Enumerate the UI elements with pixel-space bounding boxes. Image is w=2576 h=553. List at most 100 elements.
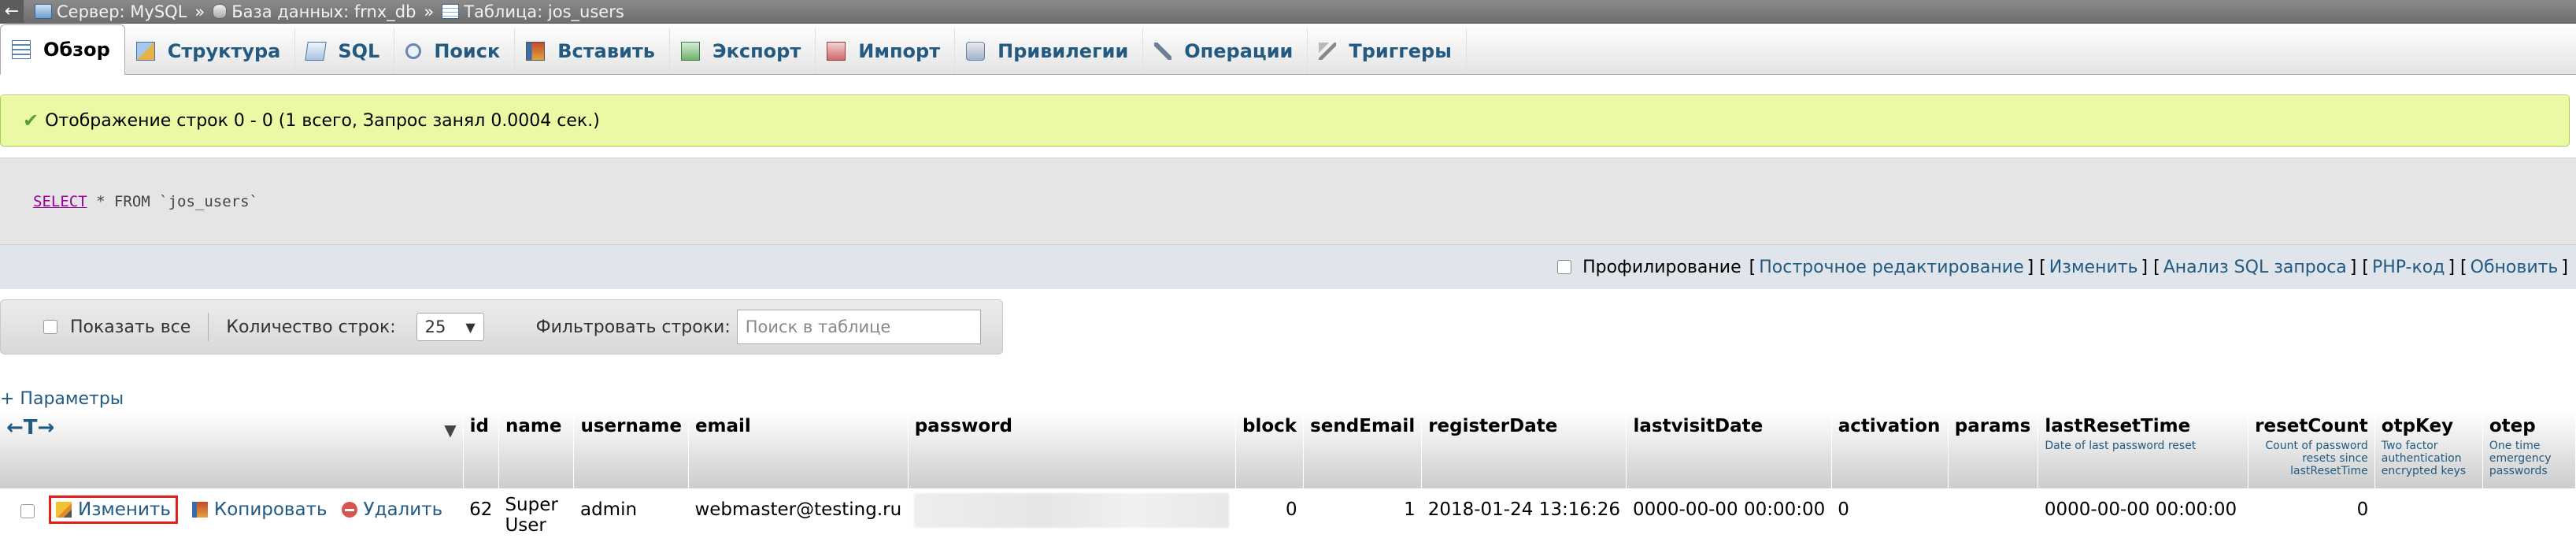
column-header-lastvisitdate[interactable]: lastvisitDate bbox=[1626, 411, 1832, 488]
tab-operations[interactable]: Операции bbox=[1143, 28, 1308, 74]
results-table-wrapper: ←T→ ▼ id name username email password bl… bbox=[0, 411, 2576, 548]
tab-triggers[interactable]: Триггеры bbox=[1308, 28, 1467, 74]
column-name: password bbox=[914, 416, 1012, 436]
privileges-icon bbox=[966, 42, 986, 61]
inline-edit-link[interactable]: Построчное редактирование bbox=[1759, 258, 2023, 277]
column-name: activation bbox=[1838, 416, 1941, 436]
operations-icon bbox=[1154, 43, 1172, 60]
column-name: resetCount bbox=[2255, 416, 2368, 436]
cell-password[interactable] bbox=[908, 488, 1236, 548]
cell-otpkey[interactable] bbox=[2374, 488, 2483, 548]
column-name: id bbox=[469, 416, 490, 436]
breadcrumb-server[interactable]: Сервер: MySQL bbox=[57, 2, 187, 21]
bracket: [ bbox=[1749, 257, 1756, 277]
cell-activation[interactable]: 0 bbox=[1831, 488, 1949, 548]
cell-params[interactable] bbox=[1948, 488, 2038, 548]
tab-label: Экспорт bbox=[712, 40, 801, 62]
column-header-name[interactable]: name bbox=[498, 411, 575, 488]
column-header-email[interactable]: email bbox=[688, 411, 909, 488]
bracket: ] [ bbox=[2448, 257, 2467, 277]
edit-query-link[interactable]: Изменить bbox=[2049, 258, 2138, 277]
column-comment: Date of last password reset bbox=[2045, 440, 2197, 452]
cell-sendemail[interactable]: 1 bbox=[1303, 488, 1422, 548]
sql-keyword-select[interactable]: SELECT bbox=[33, 193, 87, 210]
tab-sql[interactable]: SQL bbox=[295, 28, 395, 74]
sql-query-box: SELECT * FROM `jos_users` bbox=[0, 158, 2576, 245]
column-header-block[interactable]: block bbox=[1235, 411, 1305, 488]
column-header-otep[interactable]: otep One time emergency passwords bbox=[2482, 411, 2576, 488]
password-blurred bbox=[914, 493, 1230, 528]
navigation-box: Показать все Количество строк: 25 ▼ Филь… bbox=[0, 299, 1003, 354]
breadcrumb-database[interactable]: База данных: frnx_db bbox=[231, 2, 416, 21]
tab-insert[interactable]: Вставить bbox=[515, 28, 670, 74]
column-header-params[interactable]: params bbox=[1948, 411, 2039, 488]
cell-otep[interactable] bbox=[2482, 488, 2576, 548]
copy-row-button[interactable]: Копировать bbox=[191, 499, 328, 520]
cell-resetcount[interactable]: 0 bbox=[2248, 488, 2375, 548]
refresh-link[interactable]: Обновить bbox=[2471, 258, 2559, 277]
column-name: block bbox=[1242, 416, 1297, 436]
delete-row-button[interactable]: Удалить bbox=[341, 499, 442, 520]
column-header-actions: ←T→ ▼ bbox=[0, 411, 464, 488]
pencil-icon bbox=[56, 502, 72, 518]
column-header-password[interactable]: password bbox=[908, 411, 1237, 488]
column-header-activation[interactable]: activation bbox=[1831, 411, 1949, 488]
breadcrumb-table[interactable]: Таблица: jos_users bbox=[464, 2, 624, 21]
row-checkbox[interactable] bbox=[20, 504, 35, 518]
column-name: lastResetTime bbox=[2045, 416, 2191, 436]
cell-id[interactable]: 62 bbox=[463, 488, 499, 548]
php-code-link[interactable]: PHP-код bbox=[2372, 258, 2445, 277]
import-icon bbox=[827, 42, 846, 61]
breadcrumb-separator: » bbox=[424, 2, 435, 21]
cell-registerdate[interactable]: 2018-01-24 13:16:26 bbox=[1421, 488, 1627, 548]
tab-label: Поиск bbox=[434, 40, 501, 62]
cell-block[interactable]: 0 bbox=[1235, 488, 1304, 548]
browse-icon bbox=[12, 40, 31, 59]
column-name: name bbox=[505, 416, 562, 436]
column-header-username[interactable]: username bbox=[573, 411, 689, 488]
tab-label: Структура bbox=[167, 40, 281, 62]
tab-import[interactable]: Импорт bbox=[816, 28, 956, 74]
profiling-checkbox[interactable] bbox=[1557, 260, 1572, 274]
export-icon bbox=[680, 42, 700, 61]
column-header-sendemail[interactable]: sendEmail bbox=[1303, 411, 1423, 488]
column-header-id[interactable]: id bbox=[463, 411, 499, 488]
explain-sql-link[interactable]: Анализ SQL запроса bbox=[2163, 258, 2347, 277]
tab-browse[interactable]: Обзор bbox=[0, 24, 125, 75]
tab-privileges[interactable]: Привилегии bbox=[955, 28, 1144, 74]
row-count-select[interactable]: 25 ▼ bbox=[416, 313, 484, 341]
options-link[interactable]: + Параметры bbox=[0, 389, 124, 409]
breadcrumb: Сервер: MySQL » База данных: frnx_db » Т… bbox=[35, 2, 624, 21]
cell-username[interactable]: admin bbox=[573, 488, 689, 548]
column-name: otpKey bbox=[2381, 416, 2454, 436]
search-icon bbox=[405, 43, 422, 59]
tab-label: Вставить bbox=[557, 40, 655, 62]
column-header-otpkey[interactable]: otpKey Two factor authentication encrypte… bbox=[2374, 411, 2483, 488]
tab-export[interactable]: Экспорт bbox=[670, 28, 816, 74]
edit-row-button[interactable]: Изменить bbox=[49, 495, 178, 524]
bracket: ] bbox=[2561, 257, 2568, 277]
column-name: sendEmail bbox=[1310, 416, 1416, 436]
cell-lastresettime[interactable]: 0000-00-00 00:00:00 bbox=[2037, 488, 2248, 548]
sort-dropdown-icon[interactable]: ▼ bbox=[444, 421, 456, 440]
dropdown-arrow-icon: ▼ bbox=[465, 319, 476, 335]
back-arrow-icon[interactable]: ← bbox=[0, 0, 24, 23]
tab-search[interactable]: Поиск bbox=[394, 28, 516, 74]
show-all-checkbox[interactable] bbox=[43, 320, 57, 334]
cell-email[interactable]: webmaster@testing.ru bbox=[688, 488, 909, 548]
tab-structure[interactable]: Структура bbox=[125, 28, 296, 74]
column-header-lastresettime[interactable]: lastResetTime Date of last password reset bbox=[2037, 411, 2249, 488]
copy-icon bbox=[191, 502, 208, 518]
cell-lastvisitdate[interactable]: 0000-00-00 00:00:00 bbox=[1626, 488, 1832, 548]
row-count-label: Количество строк: bbox=[226, 317, 396, 337]
edit-label: Изменить bbox=[78, 499, 171, 520]
cell-name[interactable]: Super User bbox=[498, 488, 574, 548]
show-all-label[interactable]: Показать все bbox=[70, 317, 191, 337]
insert-icon bbox=[526, 42, 546, 61]
column-header-registerdate[interactable]: registerDate bbox=[1421, 411, 1627, 488]
filter-rows-input[interactable] bbox=[736, 310, 981, 344]
column-name: username bbox=[580, 416, 682, 436]
column-arrows-icon[interactable]: ←T→ bbox=[6, 414, 54, 440]
column-name: params bbox=[1954, 416, 2031, 436]
column-header-resetcount[interactable]: resetCount Count of password resets since… bbox=[2248, 411, 2375, 488]
